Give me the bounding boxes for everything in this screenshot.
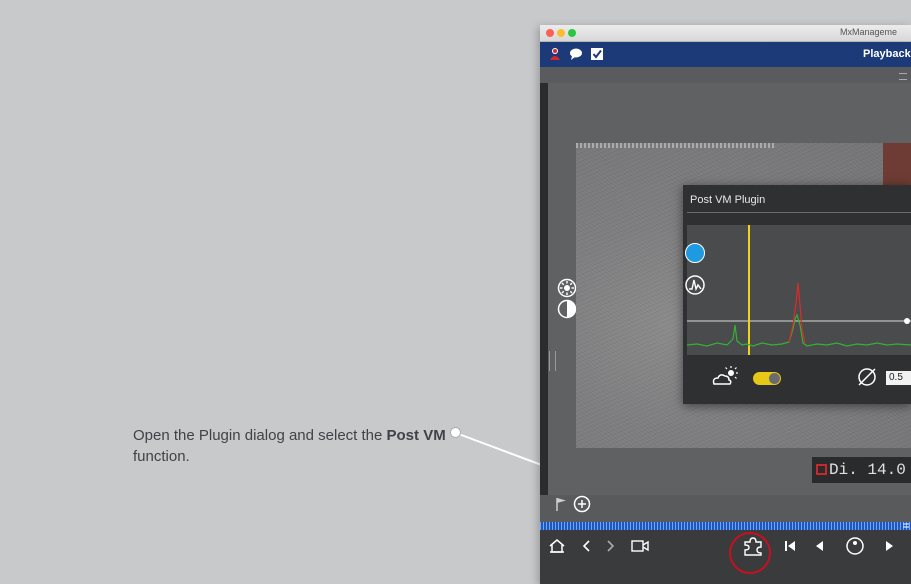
- flag-icon[interactable]: [556, 497, 568, 511]
- weather-icon[interactable]: [711, 365, 739, 387]
- value-input[interactable]: 0.5: [886, 371, 911, 385]
- callout-dot: [451, 428, 460, 437]
- slider-handle: [904, 318, 910, 324]
- record-icon[interactable]: [845, 536, 865, 556]
- zoom-window-button[interactable]: [568, 29, 576, 37]
- timestamp-text: Di. 14.0: [829, 461, 906, 479]
- left-rail: [540, 83, 548, 560]
- callout-text-bold: Post VM: [386, 427, 446, 444]
- post-vm-dialog: Post VM Plugin 0.5: [683, 185, 911, 404]
- record-marker-icon: [816, 464, 827, 475]
- timeline-bar[interactable]: [540, 522, 911, 530]
- contrast-icon[interactable]: [557, 299, 577, 319]
- home-icon[interactable]: [548, 537, 566, 555]
- user-icon[interactable]: [548, 47, 562, 61]
- skip-start-icon[interactable]: [781, 537, 799, 555]
- minimize-window-button[interactable]: [557, 29, 565, 37]
- app-window: MxManageme Playback Post VM Plugin 0.5 D…: [540, 25, 911, 584]
- playback-toolbar: [540, 530, 911, 560]
- callout-text-prefix: Open the Plugin dialog and select the: [133, 427, 387, 444]
- image-object: [883, 143, 911, 187]
- weather-toggle[interactable]: [753, 372, 781, 385]
- dialog-separator: [687, 212, 911, 213]
- window-title: MxManageme: [840, 27, 898, 37]
- panel-grip-icon[interactable]: [549, 351, 556, 371]
- playback-tab[interactable]: Playback: [863, 48, 911, 60]
- menu-grip-icon[interactable]: [899, 73, 907, 80]
- callout-text: Open the Plugin dialog and select the Po…: [133, 425, 453, 467]
- empty-set-icon: [858, 368, 876, 386]
- color-select-dot[interactable]: [685, 243, 705, 263]
- camera-icon[interactable]: [631, 537, 649, 555]
- plugin-highlight-circle: [729, 532, 771, 574]
- histogram-chart: [686, 225, 911, 355]
- image-overlay-text: [576, 143, 776, 148]
- sub-bar: [540, 67, 911, 83]
- checkbox-icon[interactable]: [590, 47, 604, 61]
- window-titlebar: MxManageme: [540, 25, 911, 42]
- header-bar: Playback: [540, 42, 911, 67]
- close-window-button[interactable]: [546, 29, 554, 37]
- brightness-icon[interactable]: [557, 278, 577, 298]
- play-icon[interactable]: [880, 537, 898, 555]
- forward-icon[interactable]: [601, 537, 619, 555]
- callout-text-suffix: function.: [133, 448, 190, 465]
- prev-icon[interactable]: [811, 537, 829, 555]
- chat-icon[interactable]: [569, 47, 583, 61]
- histogram-panel: [686, 225, 911, 355]
- timeline-menu-icon[interactable]: [903, 522, 909, 530]
- timestamp-display: Di. 14.0: [812, 457, 911, 483]
- dialog-title: Post VM Plugin: [690, 194, 766, 206]
- add-bookmark-icon[interactable]: [573, 495, 591, 513]
- histogram-icon[interactable]: [685, 275, 705, 295]
- back-icon[interactable]: [578, 537, 596, 555]
